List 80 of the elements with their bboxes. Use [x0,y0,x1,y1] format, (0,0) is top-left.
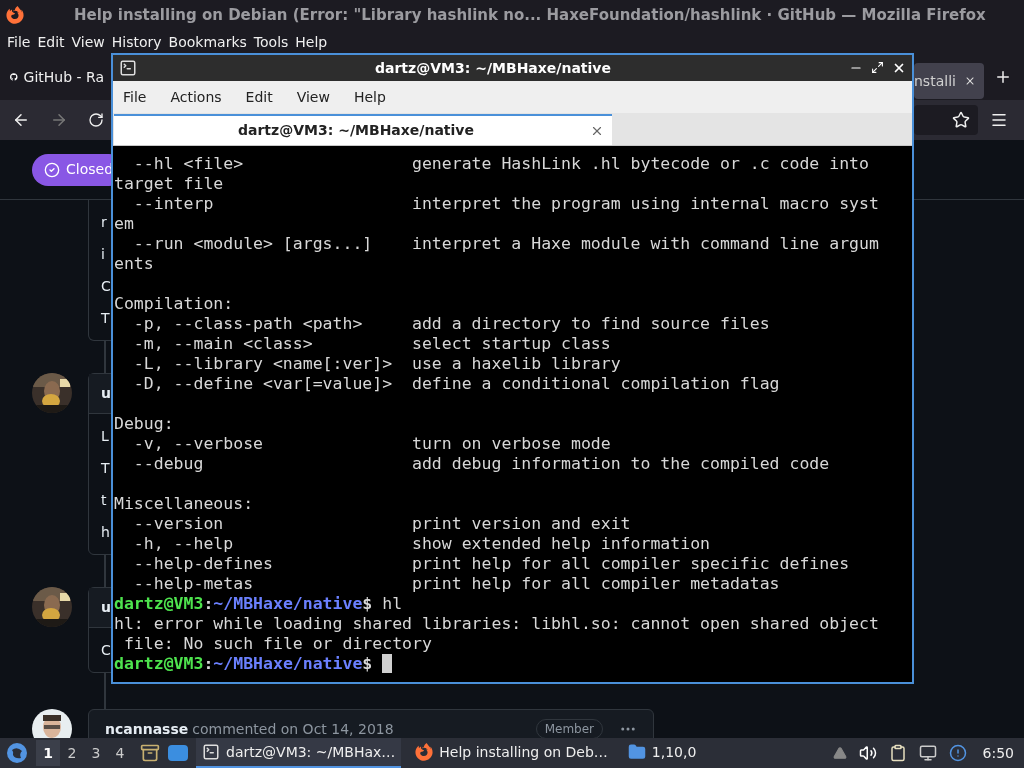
option-description: use a haxelib library [412,354,621,374]
menu-item[interactable]: Actions [166,86,226,108]
menu-item[interactable]: Help [292,31,331,53]
menu-item[interactable]: File [119,86,151,108]
option-text: --help-metas [133,574,254,593]
browser-tab[interactable]: GitHub - Ra [4,59,110,95]
window-title: Help installing on Debian (Error: "Library hashlink no... HaxeFoundation/hashlink · GitHub — Mozilla Firefox [74,4,986,26]
option-text: -D, --define <var[=value]> [133,374,393,393]
option-text: -p, --class-path <path> [133,314,363,333]
comment-text: i [101,245,105,264]
option-description: generate HashLink .hl bytecode or .c code into [412,154,869,174]
option-text: --debug [133,454,204,473]
terminal-text: Debug: [114,414,174,433]
command-text: hl [382,594,403,614]
option-text: --run <module> [args...] [133,234,373,253]
option-description: interpret the program using internal macro syst [412,194,879,214]
comment-text: L [101,427,109,446]
window-title: dartz@VM3: ~/MBHaxe/native [374,58,612,78]
comment-author[interactable]: u [101,597,111,618]
clock[interactable]: 6:50 [982,742,1014,764]
option-text: -v, --verbose [133,434,263,453]
prompt-path: ~/MBHaxe/native [213,654,363,674]
option-description: add a directory to find source files [412,314,770,334]
terminal-text: hl: error while loading shared libraries: libhl.so: cannot open shared object [114,614,879,633]
comment-text: h [101,523,110,542]
option-text: -L, --library <name[:ver]> [133,354,393,373]
comment-text: C [101,641,111,660]
menu-item[interactable]: View [292,86,334,108]
workspace-button[interactable]: 2 [60,740,84,766]
option-description: show extended help information [412,534,710,554]
comment-text: C [101,277,111,296]
taskbar-item[interactable]: Help installing on Deb… [409,738,614,768]
prompt-user: dartz@VM3 [114,654,204,674]
terminal-text: ents [114,254,154,273]
terminal-text: file: No such file or directory [122,634,432,653]
comment-text: t [101,491,107,510]
menu-item[interactable]: Bookmarks [165,31,250,53]
option-text: -h, --help [133,534,234,553]
option-description: interpret a Haxe module with command line argum [412,234,879,254]
option-text: -m, --main <class> [133,334,313,353]
menu-item[interactable]: Tools [250,31,292,53]
taskbar-item[interactable]: 1,10,0 [621,738,703,768]
option-text: --help-defines [133,554,273,573]
terminal-text: Miscellaneous: [114,494,254,513]
option-description: select startup class [412,334,611,354]
menu-item[interactable]: Edit [34,31,68,53]
comment-text: r [101,213,107,232]
prompt-path: ~/MBHaxe/native [213,594,363,614]
prompt-symbol: $ [362,654,373,674]
browser-tab[interactable]: nstalli [914,63,984,99]
comment-text: T [101,459,110,478]
option-text: --hl <file> [133,154,244,173]
option-description: print help for all compiler metadatas [412,574,780,594]
option-description: define a conditional compilation flag [412,374,780,394]
workspace-button[interactable]: 4 [108,740,132,766]
terminal-text: Compilation: [114,294,234,313]
menu-item[interactable]: Edit [241,86,277,108]
option-description: print version and exit [412,514,631,534]
prompt-separator: : [203,594,214,614]
workspace-button[interactable]: 3 [84,740,108,766]
workspace-button[interactable]: 1 [36,740,60,766]
comment-author[interactable]: u [101,383,111,404]
comment-meta: commented on Oct 14, 2018 [192,719,394,738]
prompt-symbol: $ [362,594,373,614]
menu-item[interactable]: Help [349,86,390,108]
option-description: turn on verbose mode [412,434,611,454]
terminal-tab[interactable]: dartz@VM3: ~/MBHaxe/native [114,114,612,145]
comment-text: T [101,309,110,328]
taskbar-item[interactable]: dartz@VM3: ~/MBHax… [196,738,402,768]
option-description: print help for all compiler specific defines [412,554,850,574]
option-text: --interp [133,194,214,213]
menu-item[interactable]: History [108,31,165,53]
prompt-separator: : [203,654,214,674]
option-text: --version [133,514,224,533]
prompt-user: dartz@VM3 [114,594,204,614]
menu-item[interactable]: View [68,31,108,53]
comment-author[interactable]: ncannasse [105,718,189,738]
option-description: add debug information to the compiled code [412,454,830,474]
menu-item[interactable]: File [4,31,34,53]
terminal-text: em [114,214,134,233]
